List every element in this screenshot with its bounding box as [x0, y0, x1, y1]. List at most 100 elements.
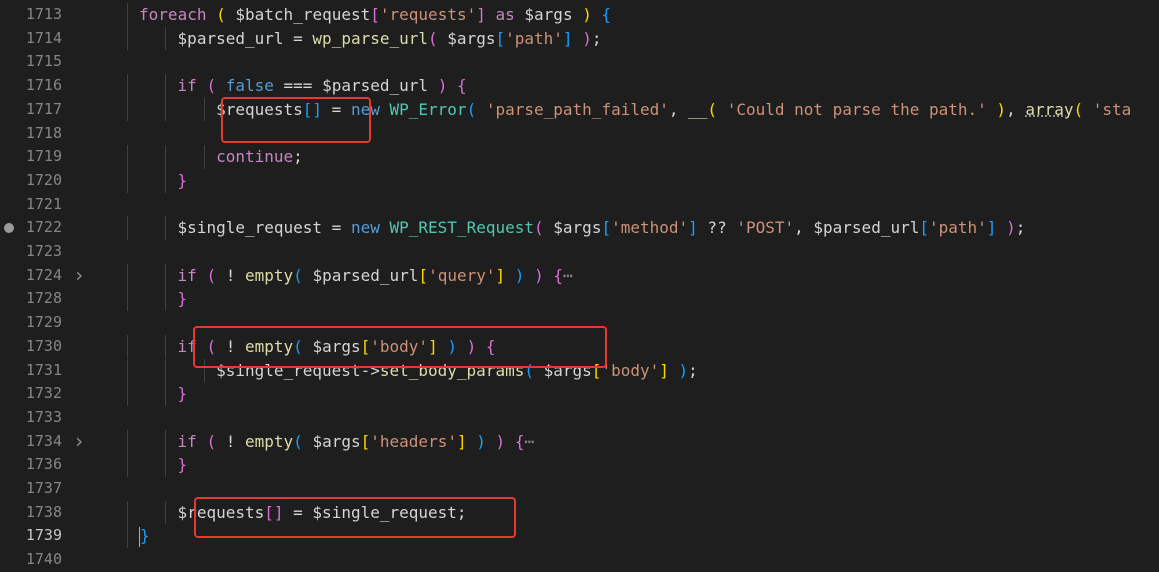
code-token: ;	[688, 360, 698, 380]
code-token: if	[177, 431, 197, 451]
indent-guide	[126, 334, 128, 359]
code-token: ;	[1015, 218, 1026, 238]
code-token: ,	[1006, 99, 1026, 119]
indent-guide	[165, 287, 167, 312]
code-token: }	[177, 289, 188, 309]
code-line[interactable]: 1740	[0, 548, 1159, 572]
indent-guide	[126, 382, 128, 406]
code-line[interactable]: 1732}	[0, 382, 1159, 406]
code-token: empty	[245, 431, 294, 451]
code-token: }	[177, 455, 188, 475]
code-line[interactable]: 1716 if ( false === $parsed_url ) {	[0, 74, 1159, 98]
code-token: )	[534, 265, 544, 285]
code-token: (	[534, 218, 544, 238]
code-token: $parsed_url	[813, 218, 920, 238]
indent-guide	[126, 145, 128, 169]
code-line[interactable]: 1722 $single_request = new WP_REST_Reques…	[0, 216, 1159, 240]
code-line[interactable]: 1715	[0, 50, 1159, 74]
code-token: (	[1073, 99, 1084, 119]
code-line[interactable]: 1738 $requests[] = $single_request;	[0, 500, 1159, 525]
code-token: }	[140, 526, 150, 546]
code-line[interactable]: 1733	[0, 406, 1159, 430]
indent-guide	[126, 3, 128, 27]
code-line[interactable]: 1723	[0, 240, 1159, 264]
code-token: new	[350, 218, 380, 238]
code-line[interactable]: 1714 $parsed_url = wp_parse_url( $args['p…	[0, 26, 1159, 51]
fold-chevron-right-icon[interactable]: ›	[72, 429, 86, 454]
code-line[interactable]: 1721	[0, 193, 1159, 217]
code-tokens: }	[178, 169, 188, 193]
line-number: 1717	[25, 99, 62, 118]
fold-chevron-right-icon[interactable]: ›	[72, 263, 86, 288]
code-line[interactable]: 1724 › if ( ! empty( $parsed_url['query'] …	[0, 263, 1159, 288]
line-number: 1733	[25, 407, 62, 426]
code-line[interactable]: 1737	[0, 477, 1159, 501]
code-token: [	[919, 218, 929, 238]
line-number: 1714	[25, 28, 62, 47]
code-token: (	[707, 99, 718, 119]
indent-guide	[126, 216, 128, 240]
code-line[interactable]: 1736}	[0, 453, 1159, 477]
line-number: 1715	[25, 52, 62, 71]
indent-guide	[126, 524, 128, 549]
code-token: 'requests'	[379, 5, 477, 24]
code-token: ;	[293, 147, 303, 167]
code-tokens: $parsed_url = wp_parse_url( $args['path'…	[178, 27, 602, 51]
code-line[interactable]: 1728}	[0, 287, 1159, 312]
code-token: 'method'	[611, 218, 689, 238]
code-token: ⋯	[562, 265, 573, 285]
line-number: 1718	[25, 123, 62, 142]
line-number: 1716	[25, 76, 62, 95]
code-tokens: }	[178, 453, 188, 477]
code-token: ]	[495, 265, 506, 285]
code-token: (	[206, 76, 217, 96]
code-token: 'POST'	[736, 218, 795, 238]
code-tokens: }	[178, 287, 188, 311]
indent-guide	[126, 74, 128, 98]
indent-guide	[165, 358, 167, 383]
code-token: ;	[591, 28, 602, 48]
code-editor[interactable]: 1713 foreach ( $batch_request['requests']…	[0, 0, 1159, 568]
code-token: $batch_request	[235, 5, 371, 24]
code-line[interactable]: 1734 › if ( ! empty( $args['headers'] ) ) …	[0, 429, 1159, 454]
code-line[interactable]: 1719 continue;	[0, 145, 1159, 169]
code-token: )	[582, 5, 592, 24]
code-line[interactable]: 1718	[0, 122, 1159, 146]
code-token: $args	[312, 431, 361, 451]
line-number: 1738	[25, 502, 62, 521]
code-token: 'headers'	[370, 431, 457, 451]
code-token: as	[495, 5, 515, 24]
code-line[interactable]: 1717 $requests[] = new WP_Error( 'parse_p…	[0, 97, 1159, 122]
code-token: wp_parse_url	[312, 28, 429, 48]
indent-guide	[126, 453, 128, 477]
indent-guide	[203, 97, 205, 122]
code-line[interactable]: 1720}	[0, 168, 1159, 193]
line-number: 1722	[25, 218, 62, 237]
highlight-box-requests-assign	[194, 497, 516, 538]
code-token: {	[553, 265, 563, 285]
indent-guide	[165, 168, 167, 193]
code-token: {	[456, 76, 467, 96]
code-token: array	[1025, 99, 1074, 119]
code-token: if	[177, 265, 197, 285]
code-token: 'sta	[1092, 99, 1132, 119]
code-token: $parsed_url	[312, 265, 419, 285]
code-token: ]	[659, 360, 669, 380]
code-line[interactable]: 1713 foreach ( $batch_request['requests']…	[0, 3, 1159, 27]
code-token: [	[495, 28, 506, 48]
code-token: ,	[668, 99, 689, 119]
code-token: (	[206, 265, 217, 285]
code-line[interactable]: 1739}	[0, 524, 1159, 549]
indent-guide	[165, 263, 167, 288]
